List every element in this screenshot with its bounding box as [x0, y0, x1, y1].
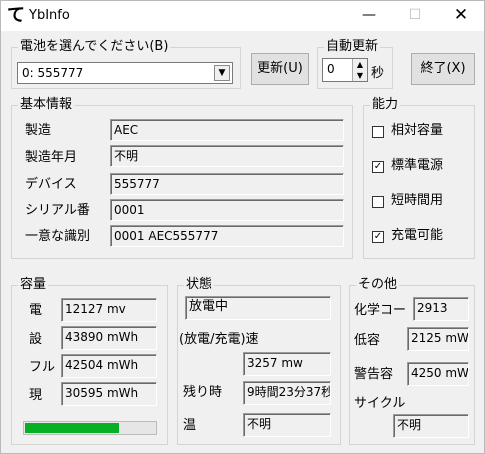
serial-field: 0001 — [110, 199, 344, 221]
app-icon: て — [7, 5, 25, 26]
current-capacity-label: 現 — [29, 388, 43, 403]
basic-info-label: 基本情報 — [18, 97, 75, 113]
title-bar[interactable]: て YbInfo — ☐ ✕ — [1, 1, 484, 31]
short-term-checkbox[interactable] — [372, 196, 384, 208]
full-capacity-field: 42504 mWh — [61, 354, 157, 378]
rate-label: (放電/充電)速 — [179, 332, 259, 347]
short-term-label: 短時間用 — [391, 193, 444, 208]
temperature-field: 不明 — [243, 413, 331, 437]
current-capacity-field: 30595 mWh — [61, 382, 157, 406]
window-title: YbInfo — [29, 8, 70, 23]
spin-down-icon[interactable]: ▼ — [353, 70, 367, 81]
chevron-down-icon[interactable]: ▼ — [214, 65, 230, 81]
basic-info-label-2: デバイス — [25, 177, 77, 192]
standard-power-checkbox[interactable]: ✓ — [372, 161, 384, 173]
app-window: て YbInfo — ☐ ✕ 電池を選んでください(B) 0: 555777 ▼… — [0, 0, 485, 454]
cycle-count-label: サイクル — [354, 396, 406, 411]
auto-update-value: 0 — [327, 62, 335, 76]
chemistry-label: 化学コー — [354, 303, 407, 318]
remaining-label: 残り時 — [183, 385, 223, 400]
device-field: 555777 — [110, 173, 344, 195]
rechargeable-checkbox[interactable]: ✓ — [372, 231, 384, 243]
capability-label: 能力 — [370, 97, 401, 113]
exit-button[interactable]: 終了(X) — [411, 53, 475, 85]
basic-info-label-4: 一意な識別 — [25, 229, 91, 244]
battery-dropdown-value: 0: 555777 — [22, 66, 84, 80]
full-capacity-label: フル — [29, 360, 56, 375]
manufacturer-field: AEC — [110, 119, 344, 141]
temperature-label: 温 — [183, 418, 197, 433]
spin-up-icon[interactable]: ▲ — [353, 59, 367, 70]
unique-id-field: 0001 AEC555777 — [110, 225, 344, 247]
spinner-buttons: ▲ ▼ — [352, 59, 367, 81]
standard-power-label: 標準電源 — [391, 158, 444, 173]
chemistry-field: 2913 — [413, 297, 469, 321]
relative-capacity-checkbox[interactable] — [372, 126, 384, 138]
low-capacity-field: 2125 mWh — [407, 327, 469, 351]
design-capacity-label: 設 — [29, 332, 43, 347]
checkmark-icon: ✓ — [373, 161, 383, 172]
capacity-progress-fill — [25, 423, 119, 433]
status-label: 状態 — [184, 277, 215, 293]
basic-info-label-3: シリアル番 — [25, 203, 90, 218]
other-label: その他 — [356, 277, 400, 293]
close-button[interactable]: ✕ — [438, 1, 484, 31]
basic-info-label-0: 製造 — [25, 123, 52, 138]
auto-update-spinner[interactable]: 0 ▲ ▼ — [322, 58, 368, 82]
rechargeable-label: 充電可能 — [391, 228, 444, 243]
cycle-count-field: 不明 — [393, 414, 469, 438]
battery-select-label: 電池を選んでください(B) — [18, 39, 171, 55]
capacity-progress-bar — [23, 421, 157, 435]
design-capacity-field: 43890 mWh — [61, 326, 157, 350]
checkmark-icon: ✓ — [373, 231, 383, 242]
capacity-label: 容量 — [18, 277, 49, 293]
voltage-label: 電 — [29, 303, 43, 318]
remaining-field: 9時間23分37秒 — [243, 381, 331, 405]
basic-info-label-1: 製造年月 — [25, 150, 78, 165]
relative-capacity-label: 相対容量 — [391, 123, 444, 138]
low-capacity-label: 低容 — [354, 333, 381, 348]
maximize-button[interactable]: ☐ — [392, 1, 438, 31]
status-state-field: 放電中 — [185, 296, 331, 320]
rate-field: 3257 mw — [243, 352, 331, 376]
update-button[interactable]: 更新(U) — [251, 53, 309, 85]
minimize-button[interactable]: — — [346, 1, 392, 31]
manufacture-date-field: 不明 — [110, 145, 344, 167]
auto-update-label: 自動更新 — [324, 39, 381, 55]
warning-capacity-label: 警告容 — [354, 367, 394, 382]
auto-update-unit: 秒 — [371, 66, 385, 81]
warning-capacity-field: 4250 mWh — [407, 362, 469, 386]
voltage-field: 12127 mv — [61, 298, 157, 322]
battery-dropdown[interactable]: 0: 555777 ▼ — [17, 62, 233, 84]
